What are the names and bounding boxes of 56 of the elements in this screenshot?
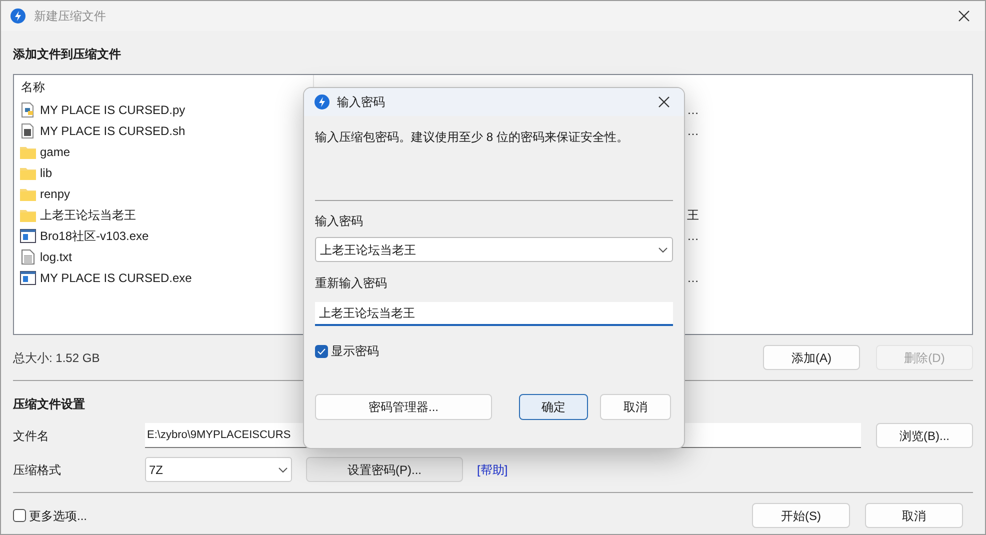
file-name[interactable]: MY PLACE IS CURSED.exe <box>40 268 192 286</box>
file-name[interactable]: Bro18社区-v103.exe <box>40 226 149 244</box>
application-icon <box>20 228 36 242</box>
folder-icon <box>20 186 36 200</box>
app-logo-icon <box>314 94 330 110</box>
app-logo-icon <box>10 8 26 24</box>
cancel-button[interactable]: 取消 <box>865 503 963 528</box>
chevron-down-icon <box>278 466 288 472</box>
folder-icon <box>20 166 36 180</box>
window-title: 新建压缩文件 <box>34 8 107 25</box>
field-label: 输入密码 <box>315 213 364 230</box>
start-button[interactable]: 开始(S) <box>752 503 850 528</box>
table-cell-text: … <box>687 122 699 140</box>
table-cell-text: 王 <box>687 206 699 224</box>
checkbox-label: 显示密码 <box>331 343 379 360</box>
set-password-button[interactable]: 设置密码(P)... <box>306 457 463 482</box>
section-title: 添加文件到压缩文件 <box>13 46 122 63</box>
file-name[interactable]: MY PLACE IS CURSED.sh <box>40 122 186 140</box>
script-file-icon <box>20 122 36 138</box>
close-icon[interactable] <box>958 10 970 22</box>
show-password-checkbox[interactable] <box>315 344 328 358</box>
add-button[interactable]: 添加(A) <box>763 345 860 370</box>
ok-button[interactable]: 确定 <box>519 394 588 420</box>
password-field[interactable]: 上老王论坛当老王 <box>315 237 673 262</box>
folder-icon <box>20 144 36 158</box>
password-manager-button[interactable]: 密码管理器... <box>315 394 492 420</box>
table-cell-text: … <box>687 228 699 244</box>
total-size: 总大小: 1.52 GB <box>13 350 100 364</box>
more-options-checkbox[interactable] <box>13 509 26 522</box>
help-link[interactable]: [帮助] <box>477 460 508 478</box>
python-file-icon <box>20 102 36 118</box>
field-label: 压缩格式 <box>13 462 62 478</box>
close-icon[interactable] <box>658 96 670 108</box>
field-label: 重新输入密码 <box>315 275 388 292</box>
dialog-message: 输入压缩包密码。建议使用至少 8 位的密码来保证安全性。 <box>315 129 630 146</box>
confirm-password-field[interactable]: 上老王论坛当老王 <box>315 302 673 326</box>
file-name[interactable]: lib <box>40 164 52 182</box>
file-name[interactable]: 上老王论坛当老王 <box>40 206 136 224</box>
checkbox-label: 更多选项... <box>29 508 88 524</box>
field-label: 文件名 <box>13 428 50 444</box>
file-name[interactable]: log.txt <box>40 248 72 266</box>
text-file-icon <box>21 248 35 264</box>
section-title: 压缩文件设置 <box>13 396 85 413</box>
check-icon <box>317 348 326 354</box>
table-cell-text: … <box>687 102 699 118</box>
application-icon <box>20 270 36 284</box>
chevron-down-icon <box>658 246 668 252</box>
table-cell-text: … <box>687 270 699 286</box>
format-select[interactable]: 7Z <box>145 457 292 482</box>
cancel-button[interactable]: 取消 <box>600 394 671 420</box>
dialog-title: 输入密码 <box>337 94 386 111</box>
file-name[interactable]: MY PLACE IS CURSED.py <box>40 100 186 118</box>
folder-icon <box>20 208 36 222</box>
file-name[interactable]: game <box>40 142 70 160</box>
browse-button[interactable]: 浏览(B)... <box>876 423 973 448</box>
file-name[interactable]: renpy <box>40 184 70 202</box>
